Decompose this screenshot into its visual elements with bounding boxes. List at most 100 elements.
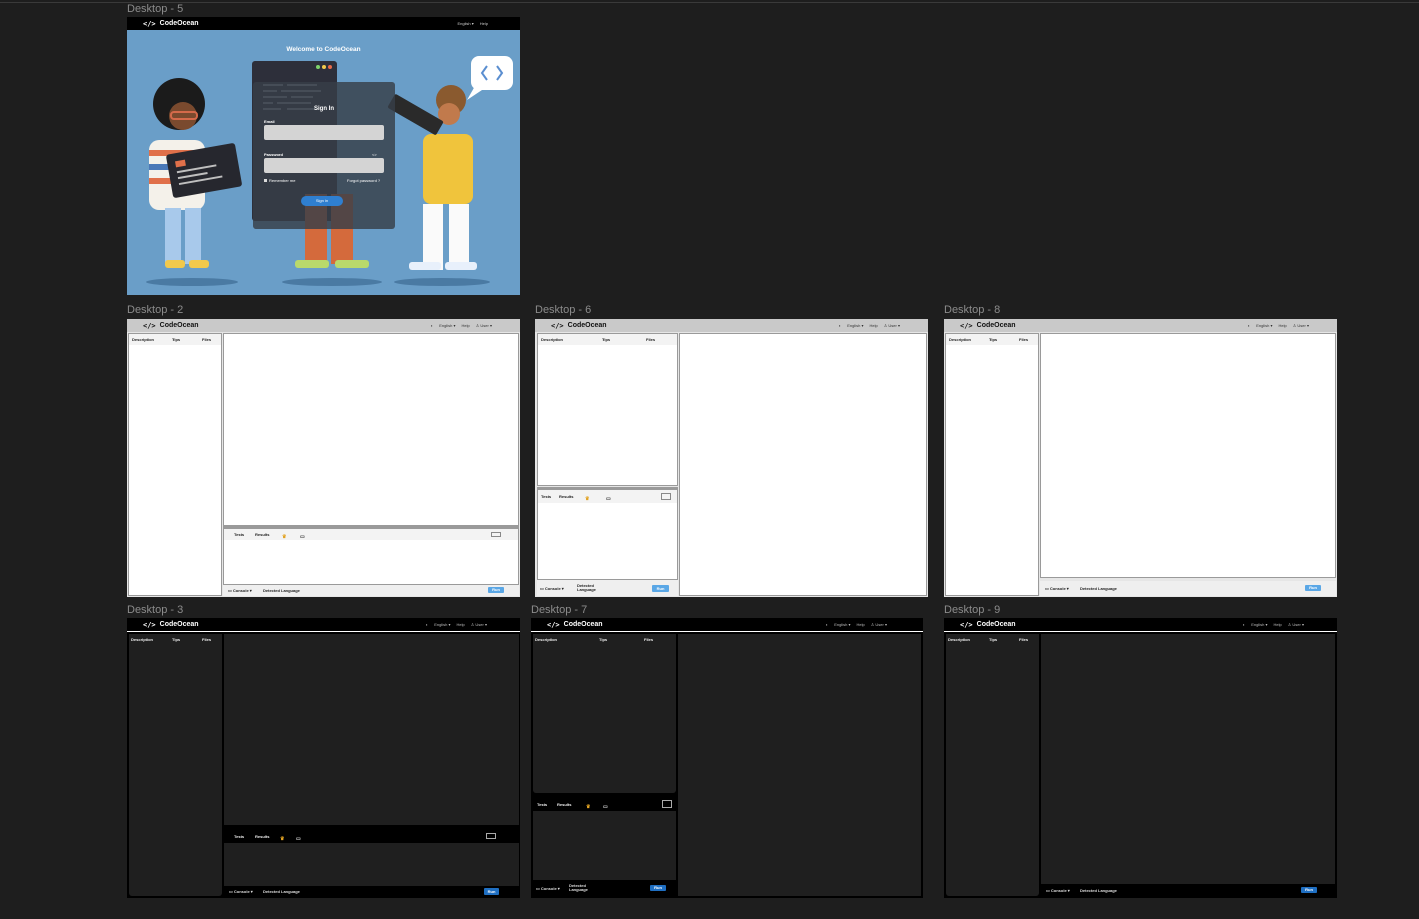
theme-toggle-icon[interactable]: ◐ — [826, 622, 828, 627]
language-select[interactable]: English ▾ — [439, 323, 455, 328]
brand-logo[interactable]: </> CodeOcean — [143, 17, 199, 30]
tab-tips[interactable]: Tips — [989, 634, 997, 645]
editor-panel[interactable] — [224, 634, 519, 825]
tab-files[interactable]: Files — [202, 634, 211, 645]
tab-tips[interactable]: Tips — [172, 634, 180, 645]
theme-toggle-icon[interactable]: ◐ — [431, 323, 433, 328]
editor-panel[interactable] — [679, 333, 927, 596]
tab-files[interactable]: Files — [202, 334, 211, 345]
trophy-icon[interactable]: ♛ — [585, 494, 589, 505]
tab-results[interactable]: Results — [255, 830, 269, 843]
layout-grid-icon[interactable] — [662, 800, 672, 808]
run-button[interactable]: Run — [484, 888, 499, 895]
user-menu[interactable]: ♙ User ▾ — [884, 323, 900, 328]
editor-panel[interactable] — [223, 333, 519, 526]
brand-logo[interactable]: </> CodeOcean — [551, 319, 607, 332]
help-link[interactable]: Help — [480, 21, 488, 26]
layout-grid-icon[interactable] — [491, 532, 501, 537]
console-toggle[interactable]: ▭ Console ▾ — [229, 889, 253, 894]
language-select[interactable]: English ▾ — [1251, 622, 1267, 627]
frame-label-desktop-8[interactable]: Desktop - 8 — [944, 304, 1000, 316]
frame-label-desktop-5[interactable]: Desktop - 5 — [127, 3, 183, 15]
email-input[interactable] — [264, 125, 384, 140]
theme-toggle-icon[interactable]: ◐ — [1243, 622, 1245, 627]
frame-desktop-6[interactable]: </> CodeOcean ◐ English ▾ Help ♙ User ▾ D… — [535, 319, 928, 597]
help-link[interactable]: Help — [856, 622, 864, 627]
tab-description[interactable]: Description — [535, 634, 557, 645]
run-button[interactable]: Run — [650, 885, 666, 891]
tab-files[interactable]: Files — [644, 634, 653, 645]
tab-description[interactable]: Description — [541, 334, 563, 345]
frame-label-desktop-7[interactable]: Desktop - 7 — [531, 604, 587, 616]
help-link[interactable]: Help — [461, 323, 469, 328]
tab-files[interactable]: Files — [1019, 634, 1028, 645]
user-menu[interactable]: ♙ User ▾ — [1288, 622, 1304, 627]
remember-checkbox[interactable] — [264, 179, 267, 182]
language-select[interactable]: English ▾ — [847, 323, 863, 328]
help-link[interactable]: Help — [1273, 622, 1281, 627]
help-link[interactable]: Help — [869, 323, 877, 328]
tab-tests[interactable]: Tests — [234, 830, 244, 843]
tab-files[interactable]: Files — [1019, 334, 1028, 345]
layout-grid-icon[interactable] — [486, 833, 496, 839]
frame-desktop-2[interactable]: </> CodeOcean ◐ English ▾ Help ♙ User ▾ D… — [127, 319, 520, 597]
brand-logo[interactable]: </> CodeOcean — [547, 618, 603, 631]
tab-tests[interactable]: Tests — [537, 798, 547, 811]
tab-results[interactable]: Results — [255, 529, 269, 540]
show-password-icon[interactable]: <> — [372, 152, 377, 157]
layout-grid-icon[interactable] — [661, 493, 671, 500]
frame-label-desktop-9[interactable]: Desktop - 9 — [944, 604, 1000, 616]
theme-toggle-icon[interactable]: ◐ — [1248, 323, 1250, 328]
frame-label-desktop-3[interactable]: Desktop - 3 — [127, 604, 183, 616]
run-button[interactable]: Run — [1305, 585, 1321, 591]
help-link[interactable]: Help — [1278, 323, 1286, 328]
chat-icon[interactable]: ▭ — [296, 834, 301, 845]
tab-description[interactable]: Description — [948, 634, 970, 645]
frame-label-desktop-6[interactable]: Desktop - 6 — [535, 304, 591, 316]
language-select[interactable]: English ▾ — [458, 21, 474, 26]
tab-results[interactable]: Results — [557, 798, 571, 811]
theme-toggle-icon[interactable]: ◐ — [426, 622, 428, 627]
tab-files[interactable]: Files — [646, 334, 655, 345]
help-link[interactable]: Help — [456, 622, 464, 627]
tab-tests[interactable]: Tests — [234, 529, 244, 540]
language-select[interactable]: English ▾ — [834, 622, 850, 627]
frame-desktop-3[interactable]: </> CodeOcean ◐ English ▾ Help ♙ User ▾ D… — [127, 618, 520, 898]
tab-results[interactable]: Results — [559, 490, 573, 503]
frame-desktop-8[interactable]: </> CodeOcean ◐ English ▾ Help ♙ User ▾ D… — [944, 319, 1337, 597]
user-menu[interactable]: ♙ User ▾ — [471, 622, 487, 627]
tab-description[interactable]: Description — [949, 334, 971, 345]
chat-icon[interactable]: ▭ — [603, 802, 608, 813]
console-toggle[interactable]: ▭ Console ▾ — [228, 588, 252, 593]
trophy-icon[interactable]: ♛ — [586, 802, 590, 813]
password-input[interactable] — [264, 158, 384, 173]
tab-tests[interactable]: Tests — [541, 490, 551, 503]
user-menu[interactable]: ♙ User ▾ — [1293, 323, 1309, 328]
console-toggle[interactable]: ▭ Console ▾ — [536, 886, 560, 891]
editor-panel[interactable] — [1040, 333, 1336, 578]
brand-logo[interactable]: </> CodeOcean — [960, 319, 1016, 332]
console-toggle[interactable]: ▭ Console ▾ — [1046, 888, 1070, 893]
forgot-password-link[interactable]: Forgot password ? — [347, 178, 380, 183]
tab-description[interactable]: Description — [131, 634, 153, 645]
console-toggle[interactable]: ▭ Console ▾ — [540, 586, 564, 591]
editor-panel[interactable] — [1041, 634, 1335, 884]
chat-icon[interactable]: ▭ — [300, 532, 305, 543]
frame-desktop-7[interactable]: </> CodeOcean ◐ English ▾ Help ♙ User ▾ D… — [531, 618, 923, 898]
run-button[interactable]: Run — [488, 587, 504, 593]
theme-toggle-icon[interactable]: ◐ — [839, 323, 841, 328]
tab-tips[interactable]: Tips — [599, 634, 607, 645]
language-select[interactable]: English ▾ — [434, 622, 450, 627]
frame-desktop-5[interactable]: </> CodeOcean English ▾ Help Welcome to … — [127, 17, 520, 295]
trophy-icon[interactable]: ♛ — [280, 834, 284, 845]
console-toggle[interactable]: ▭ Console ▾ — [1045, 586, 1069, 591]
run-button[interactable]: Run — [652, 585, 669, 592]
tab-description[interactable]: Description — [132, 334, 154, 345]
chat-icon[interactable]: ▭ — [606, 494, 611, 505]
trophy-icon[interactable]: ♛ — [282, 532, 286, 543]
brand-logo[interactable]: </> CodeOcean — [143, 319, 199, 332]
signin-button[interactable]: Sign in — [301, 196, 343, 206]
user-menu[interactable]: ♙ User ▾ — [476, 323, 492, 328]
user-menu[interactable]: ♙ User ▾ — [871, 622, 887, 627]
frame-desktop-9[interactable]: </> CodeOcean ◐ English ▾ Help ♙ User ▾ D… — [944, 618, 1337, 898]
